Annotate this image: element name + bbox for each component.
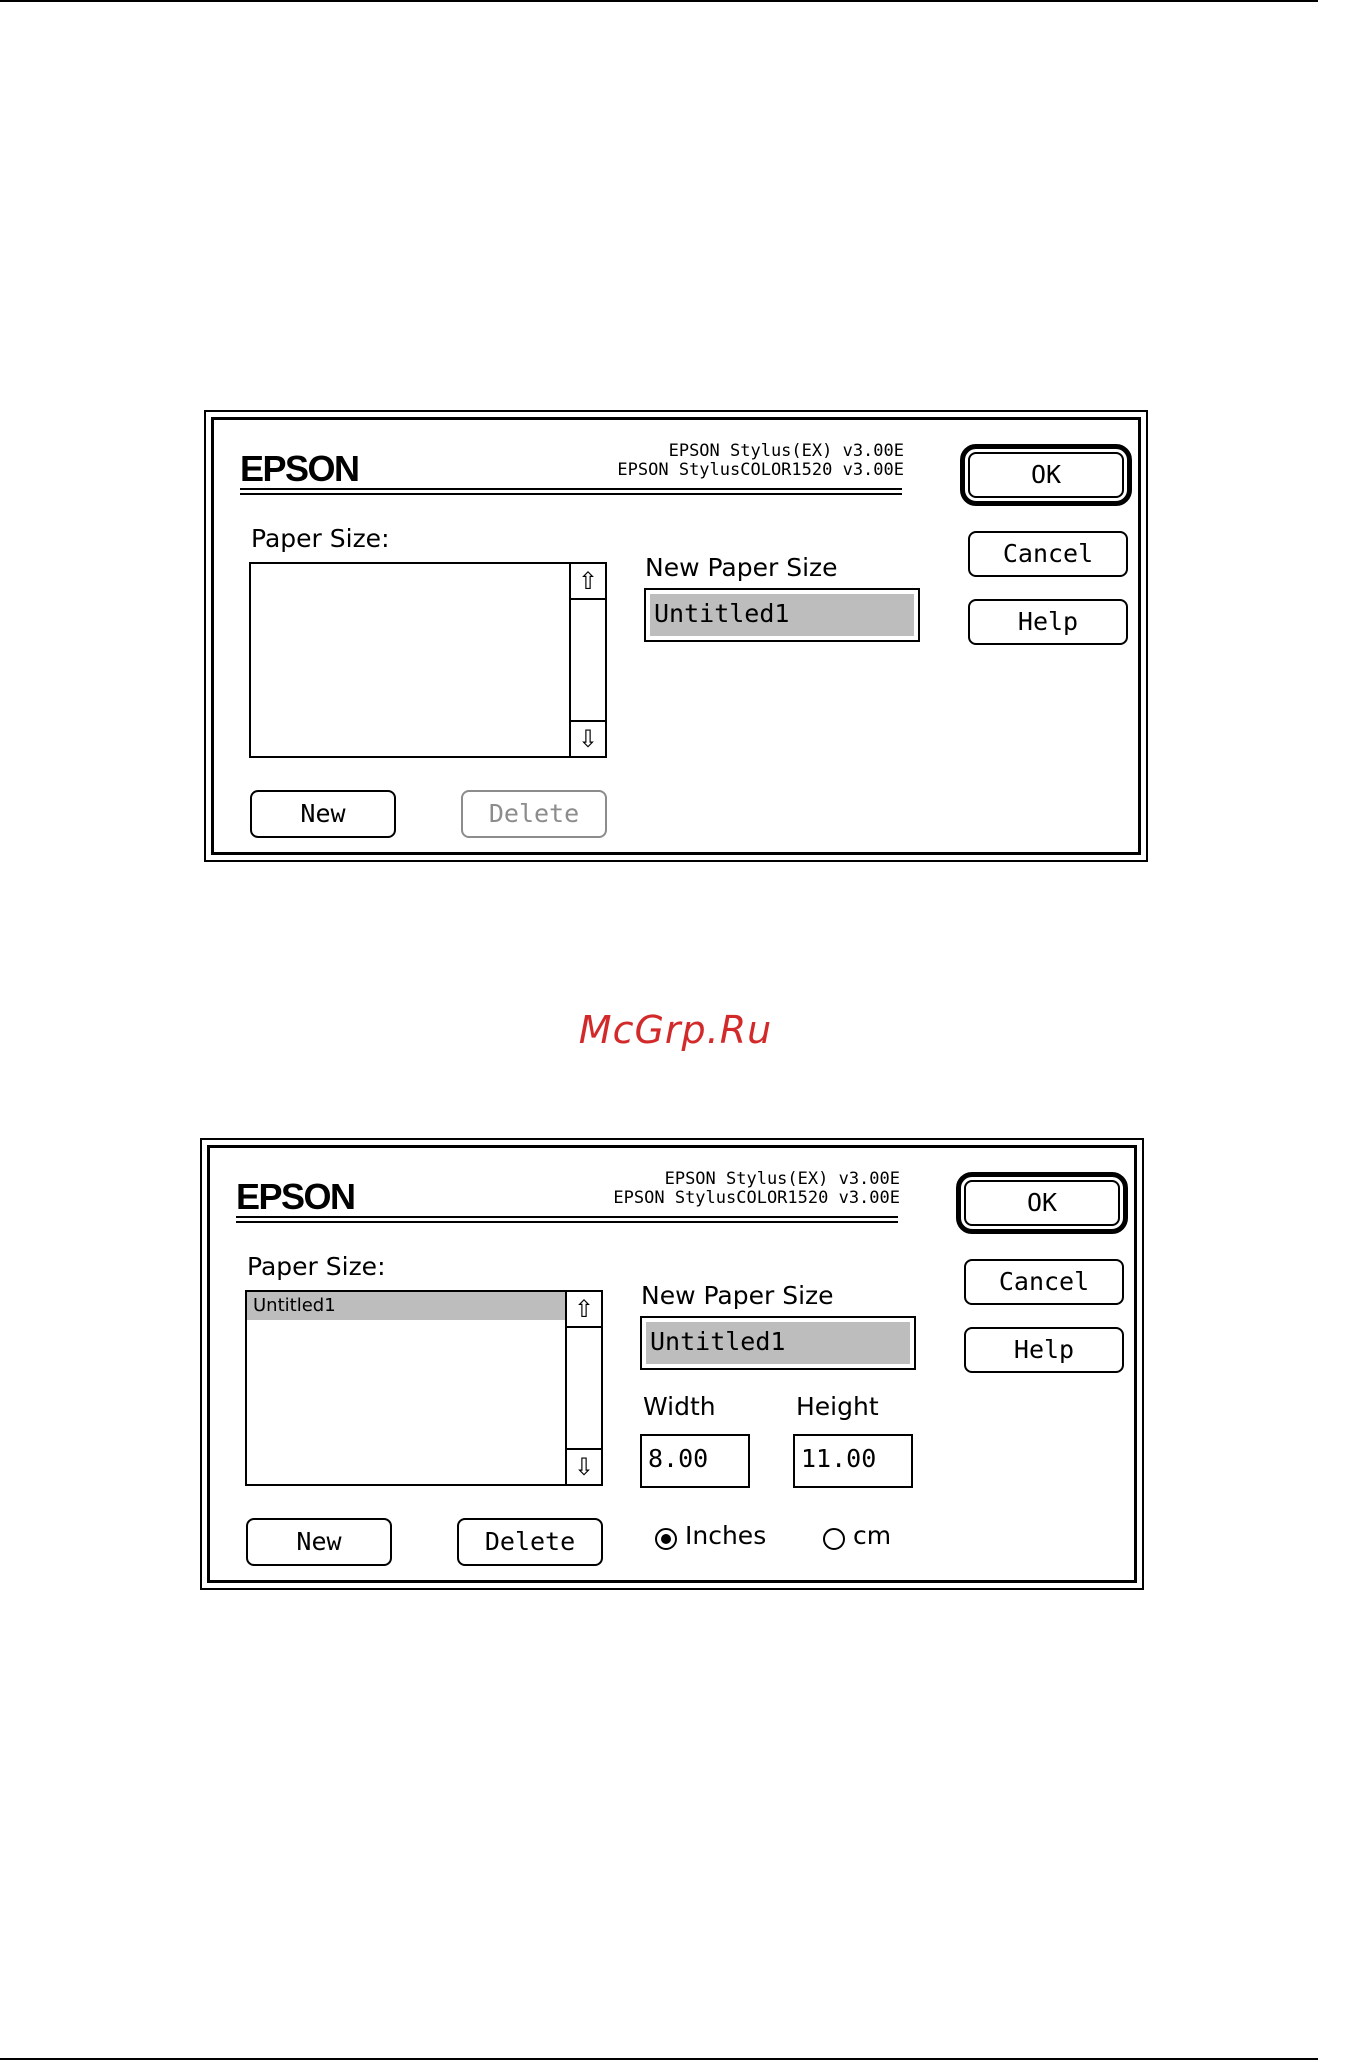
- help-button[interactable]: Help: [968, 599, 1128, 645]
- new-paper-size-field[interactable]: Untitled1: [644, 588, 920, 642]
- paper-size-label: Paper Size:: [251, 524, 390, 553]
- ok-button[interactable]: OK: [968, 452, 1124, 498]
- arrow-up-outline-icon[interactable]: ⇧: [571, 564, 605, 600]
- ok-button[interactable]: OK: [964, 1180, 1120, 1226]
- width-field[interactable]: 8.00: [640, 1434, 750, 1488]
- new-button[interactable]: New: [246, 1518, 392, 1566]
- arrow-down-outline-icon[interactable]: ⇩: [567, 1448, 601, 1484]
- version-line-1: EPSON Stylus(EX) v3.00E: [664, 1169, 900, 1189]
- version-line-2: EPSON StylusCOLOR1520 v3.00E: [617, 460, 904, 480]
- arrow-down-outline-icon[interactable]: ⇩: [571, 720, 605, 756]
- version-line-2: EPSON StylusCOLOR1520 v3.00E: [613, 1188, 900, 1208]
- list-scrollbar[interactable]: ⇧ ⇩: [565, 1292, 601, 1484]
- height-field[interactable]: 11.00: [793, 1434, 913, 1488]
- epson-logo: EPSON: [240, 448, 360, 489]
- delete-button[interactable]: Delete: [457, 1518, 603, 1566]
- cancel-button[interactable]: Cancel: [968, 531, 1128, 577]
- header-divider: [240, 488, 902, 490]
- width-label: Width: [643, 1392, 716, 1421]
- cancel-button[interactable]: Cancel: [964, 1259, 1124, 1305]
- list-item-selected[interactable]: Untitled1: [247, 1292, 565, 1320]
- help-button[interactable]: Help: [964, 1327, 1124, 1373]
- paper-size-dialog-filled: EPSON EPSON Stylus(EX) v3.00E EPSON Styl…: [200, 1138, 1144, 1590]
- new-paper-size-label: New Paper Size: [641, 1281, 834, 1310]
- dialog-frame: EPSON EPSON Stylus(EX) v3.00E EPSON Styl…: [211, 417, 1141, 855]
- dialog-frame: EPSON EPSON Stylus(EX) v3.00E EPSON Styl…: [207, 1145, 1137, 1583]
- new-paper-size-field[interactable]: Untitled1: [640, 1316, 916, 1370]
- radio-selected-dot: [661, 1534, 671, 1544]
- paper-size-dialog-empty: EPSON EPSON Stylus(EX) v3.00E EPSON Styl…: [204, 410, 1148, 862]
- new-paper-size-value: Untitled1: [650, 594, 914, 636]
- header-divider-2: [236, 1221, 898, 1223]
- new-paper-size-label: New Paper Size: [645, 553, 838, 582]
- version-info: EPSON Stylus(EX) v3.00E EPSON StylusCOLO…: [484, 442, 904, 480]
- cm-radio[interactable]: [823, 1528, 845, 1550]
- height-label: Height: [796, 1392, 879, 1421]
- arrow-up-outline-icon[interactable]: ⇧: [567, 1292, 601, 1328]
- watermark-text: McGrp.Ru: [578, 1008, 773, 1052]
- header-divider-2: [240, 493, 902, 495]
- page-top-rule: [0, 0, 1318, 2]
- epson-logo: EPSON: [236, 1176, 356, 1217]
- page-bottom-rule: [0, 2058, 1318, 2060]
- new-paper-size-value: Untitled1: [646, 1322, 910, 1364]
- paper-size-label: Paper Size:: [247, 1252, 386, 1281]
- delete-button[interactable]: Delete: [461, 790, 607, 838]
- paper-size-list[interactable]: Untitled1 ⇧ ⇩: [245, 1290, 603, 1486]
- inches-radio[interactable]: [655, 1528, 677, 1550]
- header-divider: [236, 1216, 898, 1218]
- version-line-1: EPSON Stylus(EX) v3.00E: [668, 441, 904, 461]
- new-button[interactable]: New: [250, 790, 396, 838]
- version-info: EPSON Stylus(EX) v3.00E EPSON StylusCOLO…: [480, 1170, 900, 1208]
- inches-label[interactable]: Inches: [685, 1521, 766, 1550]
- paper-size-list[interactable]: ⇧ ⇩: [249, 562, 607, 758]
- cm-label[interactable]: cm: [853, 1521, 891, 1550]
- list-scrollbar[interactable]: ⇧ ⇩: [569, 564, 605, 756]
